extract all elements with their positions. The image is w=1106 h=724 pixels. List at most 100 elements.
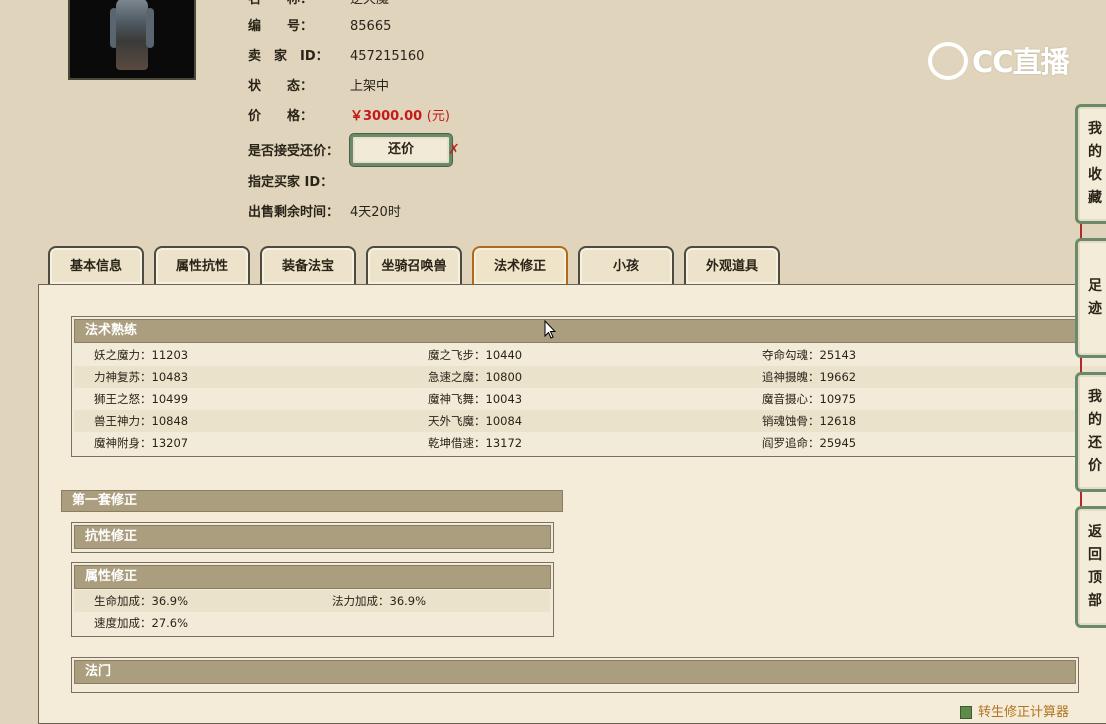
price-amount: ￥3000.00 xyxy=(350,109,423,124)
skill-value: 11203 xyxy=(151,348,189,362)
portrait-arm-right xyxy=(146,8,154,48)
haggle-row: 是否接受还价： xyxy=(248,142,339,162)
attr-cell: 法力加成：36.9% xyxy=(332,590,426,612)
skill-proficiency-title: 法术熟练 xyxy=(74,319,1106,343)
skill-name: 狮王之怒： xyxy=(94,392,152,406)
skill-name: 魔神飞舞： xyxy=(428,392,486,406)
price-unit: (元) xyxy=(426,109,450,124)
skill-cell: 天外飞魔：10084 xyxy=(428,410,522,432)
skill-value: 10483 xyxy=(151,370,189,384)
attr-value: 27.6% xyxy=(151,616,189,630)
skill-name: 急速之魔： xyxy=(428,370,486,384)
skill-name: 乾坤借速： xyxy=(428,436,486,450)
side-nav-back-to-top-label: 返回顶部 xyxy=(1088,524,1102,609)
skill-cell: 狮王之怒：10499 xyxy=(94,388,188,410)
side-nav-back-to-top[interactable]: 返回顶部 xyxy=(1075,506,1106,628)
cc-live-logo: CC直播 xyxy=(928,38,1072,84)
attr-cell: 生命加成：36.9% xyxy=(94,590,188,612)
skill-name: 妖之魔力： xyxy=(94,348,152,362)
skill-name: 魔之飞步： xyxy=(428,348,486,362)
item-number-value: 85665 xyxy=(350,19,392,34)
seller-id-row: 卖 家 ID： 457215160 xyxy=(248,47,424,67)
set1-title: 第一套修正 xyxy=(61,490,563,512)
buyer-id-label: 指定买家 ID： xyxy=(248,175,334,190)
skill-cell: 魔之飞步：10440 xyxy=(428,344,522,366)
attr-cell: 速度加成：27.6% xyxy=(94,612,188,634)
skill-cell: 乾坤借速：13172 xyxy=(428,432,522,454)
haggle-button[interactable]: 还价 xyxy=(350,134,452,166)
item-name-row: 名 称： 逆天魔 xyxy=(248,0,389,10)
item-name-value: 逆天魔 xyxy=(350,0,389,10)
resist-correction-box: 抗性修正 xyxy=(71,522,554,553)
side-nav-my-offers[interactable]: 我的还价 xyxy=(1075,372,1106,492)
item-name-label: 名 称： xyxy=(248,0,313,10)
price-label: 价 格： xyxy=(248,109,314,124)
skill-value: 19662 xyxy=(819,370,857,384)
skill-value: 10043 xyxy=(485,392,523,406)
haggle-label: 是否接受还价： xyxy=(248,144,340,159)
tab-mounts-pets[interactable]: 坐骑召唤兽 xyxy=(366,246,462,284)
tab-child[interactable]: 小孩 xyxy=(578,246,674,284)
attr-correction-title: 属性修正 xyxy=(74,565,551,589)
seller-id-label: 卖 家 ID： xyxy=(248,49,329,64)
fa-men-box: 法门 xyxy=(71,657,1079,693)
attr-row: 生命加成：36.9% 法力加成：36.9% xyxy=(74,590,550,612)
skill-name: 追神摄魄： xyxy=(762,370,820,384)
fa-men-title: 法门 xyxy=(74,660,1076,684)
skill-cell: 阎罗追命：25945 xyxy=(762,432,856,454)
side-nav-footprints-label: 足迹 xyxy=(1088,278,1102,317)
skill-value: 25143 xyxy=(819,348,857,362)
buyer-id-row: 指定买家 ID： xyxy=(248,173,333,193)
tab-appearance-items[interactable]: 外观道具 xyxy=(684,246,780,284)
skill-name: 阎罗追命： xyxy=(762,436,820,450)
skill-value: 10975 xyxy=(819,392,857,406)
tab-spell-correction[interactable]: 法术修正 xyxy=(472,246,568,284)
side-nav-footprints[interactable]: 足迹 xyxy=(1075,238,1106,358)
attr-name: 生命加成： xyxy=(94,594,152,608)
skill-value: 25945 xyxy=(819,436,857,450)
side-nav-favorites-label: 我的收藏 xyxy=(1088,121,1102,206)
skill-cell: 魔神附身：13207 xyxy=(94,432,188,454)
tab-basic-info[interactable]: 基本信息 xyxy=(48,246,144,284)
skill-value: 13207 xyxy=(151,436,189,450)
tab-equipment[interactable]: 装备法宝 xyxy=(260,246,356,284)
attr-value: 36.9% xyxy=(151,594,189,608)
side-nav-favorites[interactable]: 我的收藏 xyxy=(1075,104,1106,224)
skill-cell: 魔音摄心：10975 xyxy=(762,388,856,410)
rebirth-calculator-link[interactable]: 转生修正计算器 xyxy=(960,704,1069,722)
skill-name: 销魂蚀骨： xyxy=(762,414,820,428)
haggle-disabled-mark: ✗ xyxy=(448,142,460,158)
skill-row: 魔神附身：13207 乾坤借速：13172 阎罗追命：25945 xyxy=(74,432,1106,454)
skill-name: 兽王神力： xyxy=(94,414,152,428)
skill-cell: 兽王神力：10848 xyxy=(94,410,188,432)
skill-name: 力神复苏： xyxy=(94,370,152,384)
attr-row: 速度加成：27.6% xyxy=(74,612,550,634)
skill-value: 13172 xyxy=(485,436,523,450)
skill-value: 12618 xyxy=(819,414,857,428)
item-portrait xyxy=(68,0,196,80)
portrait-figure xyxy=(116,0,148,70)
cc-logo-icon xyxy=(928,42,968,80)
price-value: ￥3000.00 (元) xyxy=(350,107,450,127)
status-value: 上架中 xyxy=(350,79,390,94)
mouse-cursor-icon xyxy=(544,320,556,339)
seller-id-value: 457215160 xyxy=(350,49,425,64)
attr-name: 法力加成： xyxy=(332,594,390,608)
skill-cell: 妖之魔力：11203 xyxy=(94,344,188,366)
time-left-row: 出售剩余时间： 4天20时 xyxy=(248,203,401,223)
skill-value: 10848 xyxy=(151,414,189,428)
status-row: 状 态： 上架中 xyxy=(248,77,389,97)
tab-attributes[interactable]: 属性抗性 xyxy=(154,246,250,284)
skill-row: 妖之魔力：11203 魔之飞步：10440 夺命勾魂：25143 xyxy=(74,344,1106,366)
price-row: 价 格： ￥3000.00 (元) xyxy=(248,107,450,127)
item-number-row: 编 号： 85665 xyxy=(248,17,391,37)
attr-name: 速度加成： xyxy=(94,616,152,630)
skill-value: 10084 xyxy=(485,414,523,428)
attr-value: 36.9% xyxy=(389,594,427,608)
calculator-icon xyxy=(960,706,972,719)
resist-correction-title: 抗性修正 xyxy=(74,525,551,549)
skill-row: 狮王之怒：10499 魔神飞舞：10043 魔音摄心：10975 xyxy=(74,388,1106,410)
skill-row: 力神复苏：10483 急速之魔：10800 追神摄魄：19662 xyxy=(74,366,1106,388)
skill-cell: 夺命勾魂：25143 xyxy=(762,344,856,366)
skill-name: 魔音摄心： xyxy=(762,392,820,406)
